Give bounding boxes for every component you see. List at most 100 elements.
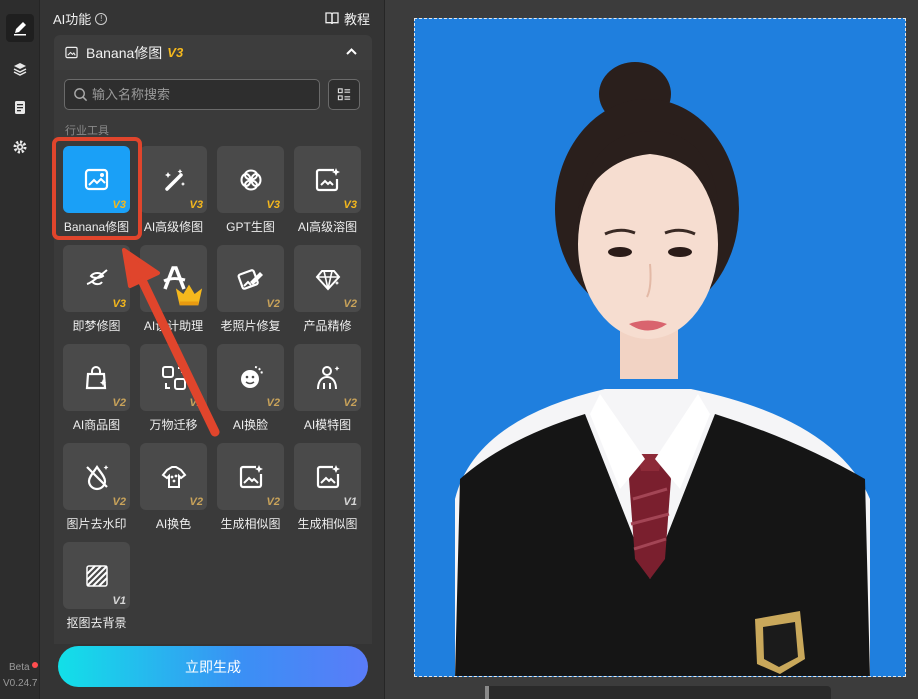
tool-tile[interactable]: V2 bbox=[294, 245, 361, 312]
tool-item[interactable]: V2 图片去水印 bbox=[53, 443, 130, 538]
dropdown-title: Banana修图 bbox=[86, 44, 163, 61]
version-badge: V3 bbox=[266, 199, 280, 211]
crown-icon bbox=[175, 284, 203, 306]
gem-icon bbox=[313, 264, 343, 294]
tutorial-link[interactable]: 教程 bbox=[325, 9, 370, 28]
tool-item[interactable]: V2 产品精修 bbox=[284, 245, 361, 340]
clipboard-icon[interactable] bbox=[6, 93, 34, 121]
tool-item[interactable]: V1 抠图去背景 bbox=[53, 542, 130, 637]
tool-item[interactable]: V1 生成相似图 bbox=[284, 443, 361, 538]
ai-header: AI功能 ! bbox=[53, 9, 108, 28]
version-badge: V2 bbox=[266, 397, 280, 409]
image-edit-icon bbox=[65, 46, 78, 59]
tool-item[interactable]: V2 AI换色 bbox=[130, 443, 207, 538]
ai-title: AI功能 bbox=[53, 12, 92, 27]
app-window: Beta V0.24.7 AI功能 ! 教程 Banana修图 V3 输入名称搜… bbox=[0, 0, 918, 699]
tool-tile[interactable]: V1 bbox=[63, 542, 130, 609]
tool-item[interactable]: V2 AI模特图 bbox=[284, 344, 361, 439]
search-icon bbox=[74, 88, 88, 102]
tool-item[interactable]: V2 AI换脸 bbox=[207, 344, 284, 439]
tool-tile[interactable]: V2 bbox=[140, 344, 207, 411]
version-badge: V2 bbox=[266, 298, 280, 310]
similar-image-icon bbox=[313, 462, 343, 492]
left-toolbar: Beta V0.24.7 bbox=[0, 0, 40, 699]
canvas-bottom-bar[interactable] bbox=[485, 686, 831, 699]
tool-item[interactable]: V2 生成相似图 bbox=[207, 443, 284, 538]
version-badge: V2 bbox=[189, 496, 203, 508]
dropdown-version: V3 bbox=[167, 45, 184, 60]
tool-tile[interactable]: V1 bbox=[294, 443, 361, 510]
tool-label: AI换色 bbox=[155, 517, 192, 531]
version-badge: V1 bbox=[112, 595, 126, 607]
version-badge: V2 bbox=[112, 397, 126, 409]
tool-label: 抠图去背景 bbox=[66, 616, 127, 630]
tool-label: AI商品图 bbox=[72, 418, 121, 432]
tool-label: GPT生图 bbox=[226, 220, 275, 234]
scroll-handle[interactable] bbox=[485, 686, 489, 699]
tool-tile[interactable]: V2 bbox=[217, 443, 284, 510]
tool-label: AI高级修图 bbox=[143, 220, 204, 234]
photo-canvas[interactable] bbox=[414, 18, 906, 677]
bandage-image-icon bbox=[236, 264, 266, 294]
section-title: 行业工具 bbox=[65, 125, 109, 137]
palette-shirt-icon bbox=[159, 462, 189, 492]
tool-label: 万物迁移 bbox=[149, 418, 198, 432]
version-badge: V3 bbox=[343, 199, 357, 211]
search-box[interactable] bbox=[64, 79, 320, 110]
tool-tile[interactable]: V2 bbox=[63, 443, 130, 510]
no-watermark-icon bbox=[82, 462, 112, 492]
tool-item[interactable]: V2 老照片修复 bbox=[207, 245, 284, 340]
version-badge: V2 bbox=[343, 298, 357, 310]
tool-tile[interactable]: V2 bbox=[217, 344, 284, 411]
tool-tile[interactable]: V3 bbox=[63, 245, 130, 312]
similar-image-icon bbox=[236, 462, 266, 492]
info-icon[interactable]: ! bbox=[95, 12, 108, 25]
list-view-button[interactable] bbox=[328, 79, 360, 110]
tool-item[interactable]: V2 万物迁移 bbox=[130, 344, 207, 439]
tool-tile[interactable]: V2 bbox=[140, 443, 207, 510]
tool-item[interactable]: V3 AI高级溶图 bbox=[284, 146, 361, 241]
tool-label: AI高级溶图 bbox=[297, 220, 358, 234]
chevron-up-icon[interactable] bbox=[345, 45, 358, 58]
search-input[interactable] bbox=[92, 87, 302, 102]
gpt-knot-icon bbox=[236, 165, 266, 195]
tool-item[interactable]: V3 即梦修图 bbox=[53, 245, 130, 340]
tool-item[interactable]: V2 AI商品图 bbox=[53, 344, 130, 439]
tool-label: 生成相似图 bbox=[297, 517, 358, 531]
version-badge: V1 bbox=[343, 496, 357, 508]
beta-label: Beta bbox=[9, 662, 30, 673]
face-swap-icon bbox=[236, 363, 266, 393]
tool-tile[interactable]: V3 bbox=[140, 146, 207, 213]
jimeng-icon bbox=[82, 264, 112, 294]
image-sparkle-icon bbox=[313, 165, 343, 195]
magic-wand-icon bbox=[159, 165, 189, 195]
tool-label: 即梦修图 bbox=[72, 319, 121, 333]
tool-tile[interactable]: V3 bbox=[294, 146, 361, 213]
tool-item[interactable]: V3 GPT生图 bbox=[207, 146, 284, 241]
version-badge: V3 bbox=[189, 199, 203, 211]
version-badge: V2 bbox=[266, 496, 280, 508]
tool-label: AI换脸 bbox=[232, 418, 269, 432]
tool-tile[interactable]: V2 bbox=[294, 344, 361, 411]
tool-item[interactable]: AI设计助理 bbox=[130, 245, 207, 340]
tool-tile[interactable]: V3 bbox=[217, 146, 284, 213]
generate-button[interactable]: 立即生成 bbox=[58, 646, 368, 687]
tool-tile[interactable]: V2 bbox=[217, 245, 284, 312]
gear-icon[interactable] bbox=[6, 133, 34, 161]
layers-icon[interactable] bbox=[6, 55, 34, 83]
tool-label: 老照片修复 bbox=[220, 319, 281, 333]
tool-tile[interactable]: V2 bbox=[63, 344, 130, 411]
model-person-icon bbox=[313, 363, 343, 393]
portrait-photo bbox=[415, 19, 905, 676]
tutorial-label: 教程 bbox=[343, 12, 370, 27]
tool-tile[interactable] bbox=[140, 245, 207, 312]
highlight-box bbox=[52, 137, 142, 240]
version-badge: V3 bbox=[112, 298, 126, 310]
version-label: V0.24.7 bbox=[3, 678, 38, 689]
transfer-icon bbox=[159, 363, 189, 393]
version-badge: V2 bbox=[189, 397, 203, 409]
hatch-cutout-icon bbox=[82, 561, 112, 591]
pencil-icon[interactable] bbox=[6, 14, 34, 42]
notification-dot bbox=[32, 662, 38, 668]
tool-dropdown-header[interactable]: Banana修图 V3 bbox=[54, 35, 372, 70]
